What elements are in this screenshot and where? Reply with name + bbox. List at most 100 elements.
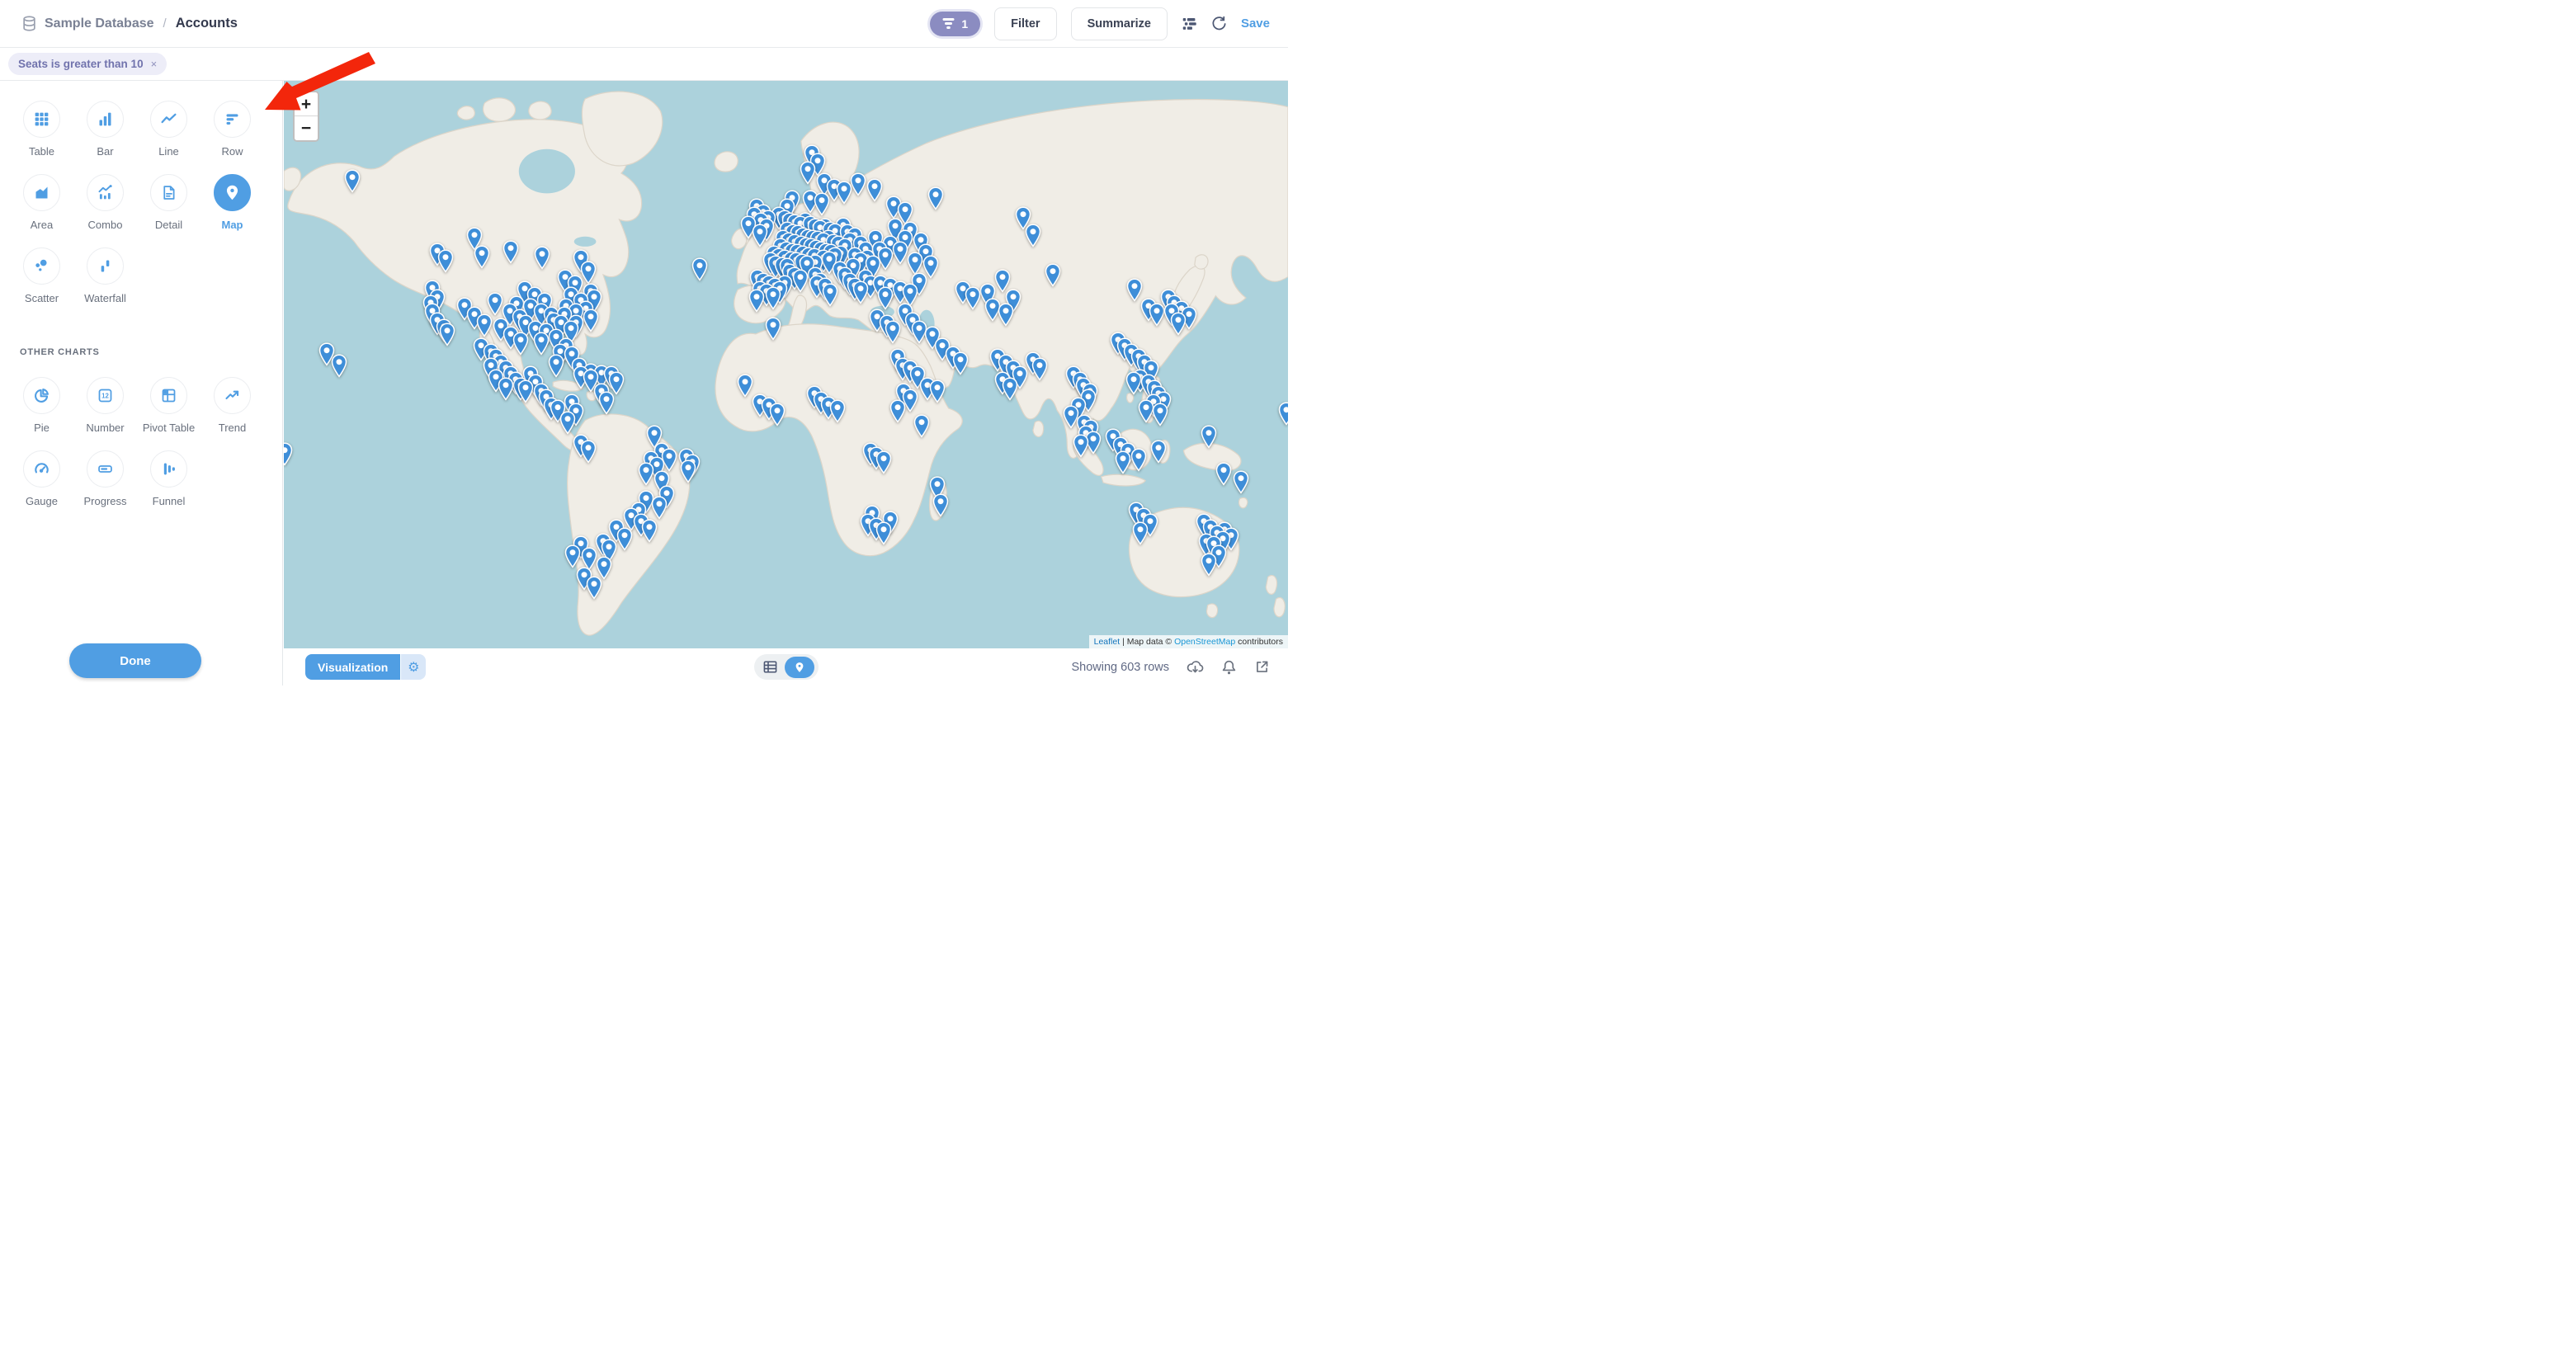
map-marker-pin[interactable] xyxy=(851,172,866,200)
map-marker-pin[interactable] xyxy=(440,323,455,351)
chart-type-funnel[interactable]: Funnel xyxy=(137,450,201,507)
leaflet-link[interactable]: Leaflet xyxy=(1094,637,1121,647)
table-view-toggle[interactable] xyxy=(758,661,777,673)
map-marker-pin[interactable] xyxy=(1171,312,1187,340)
filter-button[interactable]: Filter xyxy=(994,7,1056,40)
chart-type-gauge[interactable]: Gauge xyxy=(10,450,73,507)
map-marker-pin[interactable] xyxy=(1116,450,1131,478)
openstreetmap-link[interactable]: OpenStreetMap xyxy=(1174,637,1235,647)
map-marker-pin[interactable] xyxy=(1201,425,1216,453)
bell-icon[interactable] xyxy=(1221,659,1237,676)
map-marker-pin[interactable] xyxy=(641,519,657,547)
chart-type-pivot-table[interactable]: Pivot Table xyxy=(137,377,201,434)
map-marker-pin[interactable] xyxy=(1233,470,1248,498)
map-visualization[interactable]: + − Leaflet | Map data © OpenStreetMap c… xyxy=(284,81,1288,648)
map-marker-pin[interactable] xyxy=(1151,440,1167,468)
notebook-icon[interactable] xyxy=(1182,16,1197,31)
expand-icon[interactable] xyxy=(1254,659,1270,675)
map-marker-pin[interactable] xyxy=(474,245,489,273)
chart-type-pie[interactable]: Pie xyxy=(10,377,73,434)
map-marker-pin[interactable] xyxy=(513,332,529,360)
map-marker-pin[interactable] xyxy=(1130,448,1146,476)
chart-type-line[interactable]: Line xyxy=(137,101,201,158)
zoom-out-button[interactable]: − xyxy=(295,116,318,140)
chart-type-scatter[interactable]: Scatter xyxy=(10,247,73,304)
chart-type-combo[interactable]: Combo xyxy=(73,174,137,231)
chart-type-detail[interactable]: Detail xyxy=(137,174,201,231)
map-marker-pin[interactable] xyxy=(1125,371,1141,399)
visualization-settings-button[interactable]: ⚙ xyxy=(401,654,426,680)
map-marker-pin[interactable] xyxy=(681,459,696,488)
map-marker-pin[interactable] xyxy=(1025,224,1040,252)
map-marker-pin[interactable] xyxy=(953,351,969,379)
map-marker-pin[interactable] xyxy=(893,241,908,269)
map-marker-pin[interactable] xyxy=(875,450,891,478)
map-marker-pin[interactable] xyxy=(639,462,654,490)
visualization-button[interactable]: Visualization xyxy=(305,654,400,680)
map-marker-pin[interactable] xyxy=(800,161,816,189)
map-marker-pin[interactable] xyxy=(616,527,632,555)
chart-type-progress[interactable]: Progress xyxy=(73,450,137,507)
zoom-in-button[interactable]: + xyxy=(295,92,318,116)
chart-type-table[interactable]: Table xyxy=(10,101,73,158)
map-marker-pin[interactable] xyxy=(837,181,852,209)
map-marker-pin[interactable] xyxy=(866,178,882,206)
map-marker-pin[interactable] xyxy=(284,442,293,470)
map-marker-pin[interactable] xyxy=(852,280,868,309)
breadcrumb-database[interactable]: Sample Database xyxy=(45,16,154,31)
map-marker-pin[interactable] xyxy=(344,169,360,197)
map-marker-pin[interactable] xyxy=(437,249,453,277)
map-marker-pin[interactable] xyxy=(932,493,948,521)
map-marker-pin[interactable] xyxy=(580,440,596,468)
map-marker-pin[interactable] xyxy=(1045,263,1061,291)
save-button[interactable]: Save xyxy=(1241,16,1270,31)
map-marker-pin[interactable] xyxy=(889,399,905,427)
chart-type-number[interactable]: 12 Number xyxy=(73,377,137,434)
map-marker-pin[interactable] xyxy=(1153,403,1168,431)
map-marker-pin[interactable] xyxy=(749,289,765,317)
map-marker-pin[interactable] xyxy=(769,403,785,431)
map-marker-pin[interactable] xyxy=(498,377,513,405)
map-marker-pin[interactable] xyxy=(765,286,781,314)
map-marker-pin[interactable] xyxy=(548,354,564,382)
done-button[interactable]: Done xyxy=(69,643,201,678)
map-marker-pin[interactable] xyxy=(965,286,980,314)
map-marker-pin[interactable] xyxy=(533,332,549,360)
chart-type-row[interactable]: Row xyxy=(201,101,264,158)
map-marker-pin[interactable] xyxy=(998,303,1014,331)
map-marker-pin[interactable] xyxy=(331,354,347,382)
map-marker-pin[interactable] xyxy=(503,240,519,268)
map-marker-pin[interactable] xyxy=(1002,377,1017,405)
summarize-button[interactable]: Summarize xyxy=(1071,7,1168,40)
chart-type-trend[interactable]: Trend xyxy=(201,377,264,434)
download-icon[interactable] xyxy=(1187,659,1204,675)
map-marker-pin[interactable] xyxy=(792,269,808,297)
map-marker-pin[interactable] xyxy=(534,246,550,274)
map-marker-pin[interactable] xyxy=(823,283,838,311)
map-marker-pin[interactable] xyxy=(1073,434,1089,462)
map-marker-pin[interactable] xyxy=(829,399,845,427)
map-marker-pin[interactable] xyxy=(691,257,707,285)
map-marker-pin[interactable] xyxy=(587,576,602,604)
applied-filters-pill[interactable]: 1 xyxy=(930,12,980,36)
map-marker-pin[interactable] xyxy=(1216,462,1232,490)
map-marker-pin[interactable] xyxy=(913,414,929,442)
map-marker-pin[interactable] xyxy=(927,186,943,214)
map-marker-pin[interactable] xyxy=(930,379,946,408)
map-marker-pin[interactable] xyxy=(518,379,534,408)
map-marker-pin[interactable] xyxy=(1278,402,1288,430)
remove-filter-icon[interactable]: × xyxy=(151,58,158,70)
map-marker-pin[interactable] xyxy=(1133,521,1149,549)
map-marker-pin[interactable] xyxy=(765,317,781,345)
filter-chip[interactable]: Seats is greater than 10 × xyxy=(8,53,167,75)
chart-type-waterfall[interactable]: Waterfall xyxy=(73,247,137,304)
chart-type-area[interactable]: Area xyxy=(10,174,73,231)
map-marker-pin[interactable] xyxy=(598,391,614,419)
refresh-icon[interactable] xyxy=(1211,16,1227,31)
map-marker-pin[interactable] xyxy=(737,374,753,402)
map-marker-pin[interactable] xyxy=(875,521,891,549)
map-marker-pin[interactable] xyxy=(1032,357,1048,385)
map-marker-pin[interactable] xyxy=(1149,303,1164,331)
map-view-toggle[interactable] xyxy=(785,657,814,678)
map-marker-pin[interactable] xyxy=(1201,553,1216,581)
